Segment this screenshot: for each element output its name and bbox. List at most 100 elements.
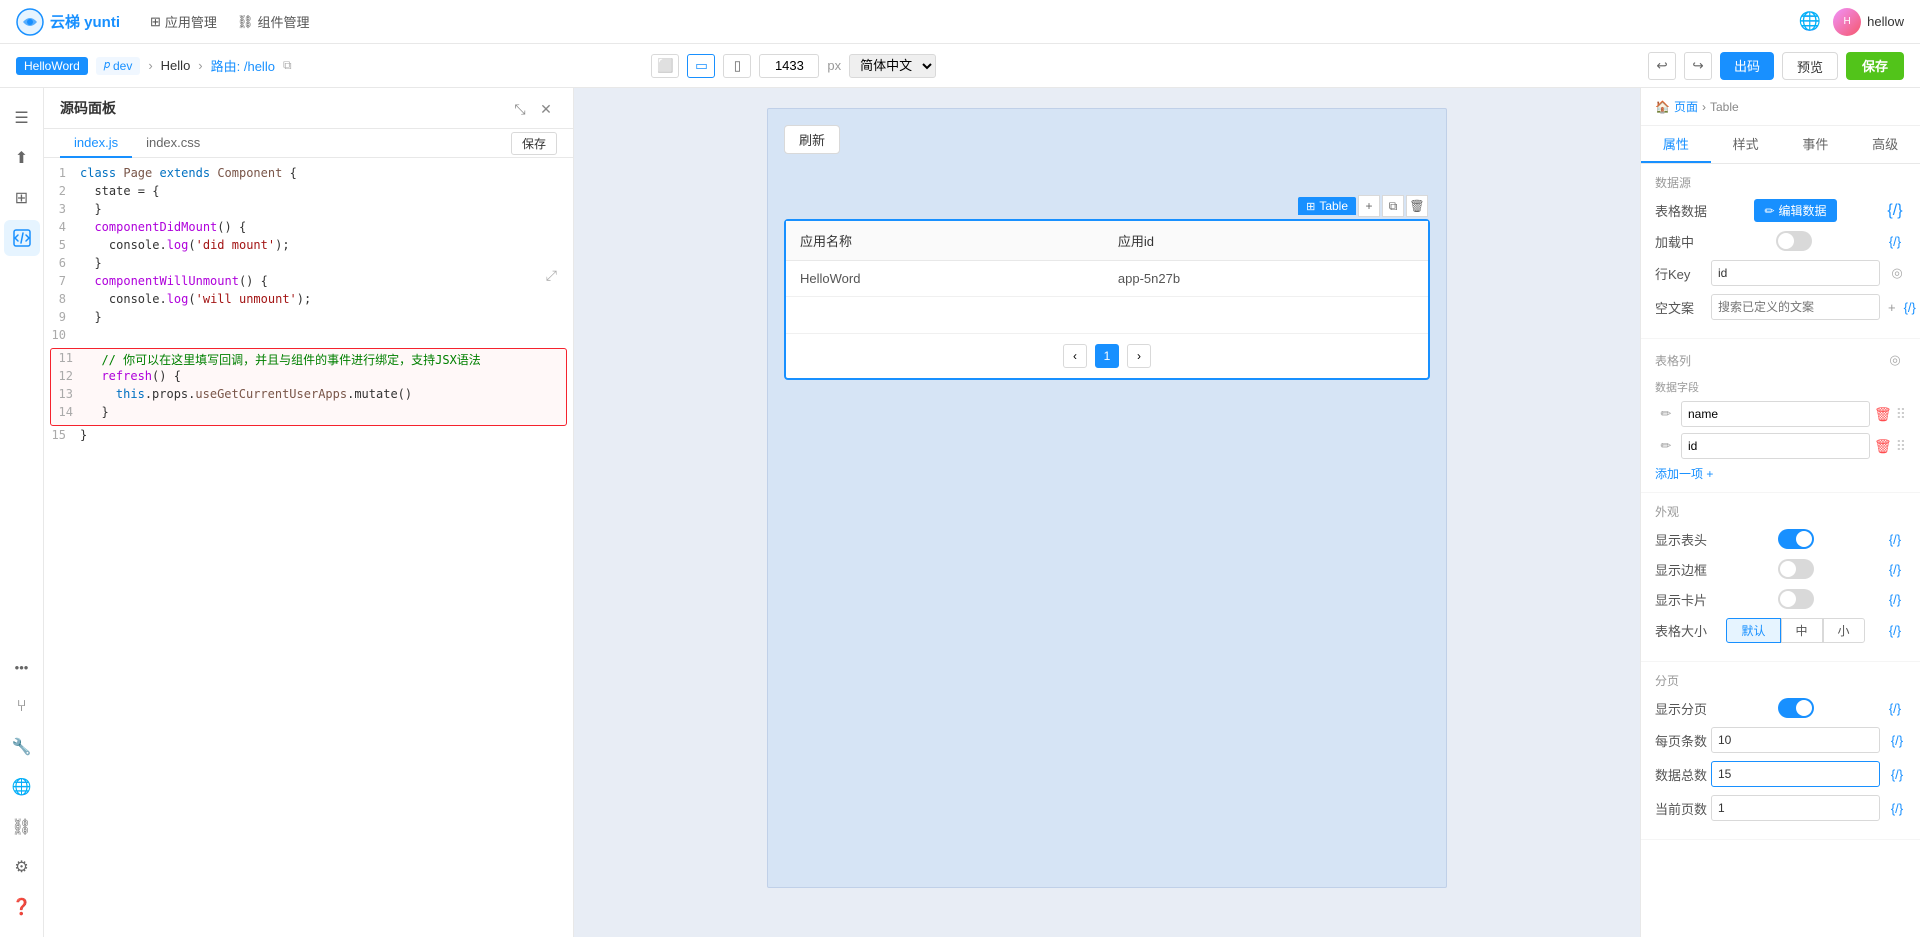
collapse-icon[interactable]: ⤡ [509,98,531,120]
view-desktop-btn[interactable]: ⬜ [651,54,679,78]
sidebar-icon-fork[interactable]: ⑂ [4,689,40,725]
current-page-expr-btn[interactable]: {/} [1888,797,1906,819]
size-small-btn[interactable]: 小 [1823,618,1865,643]
sidebar-icon-settings[interactable]: ⚙ [4,849,40,885]
edit-data-btn[interactable]: ✏ 编辑数据 [1754,199,1836,222]
sidebar-icon-upload[interactable]: ⬆ [4,140,40,176]
undo-btn[interactable]: ↩ [1648,52,1676,80]
sidebar-icon-dots[interactable]: ••• [4,649,40,685]
columns-settings-btn[interactable]: ◎ [1884,349,1906,371]
pagination-section: 分页 显示分页 {/} 每页条数 {/} 数据总数 {/} 当前页数 {/} [1641,662,1920,840]
table-delete-btn[interactable]: 🗑 [1406,195,1428,217]
table-header-row: 应用名称 应用id [786,221,1428,261]
col-delete-id[interactable]: 🗑 [1874,438,1892,455]
col-edit-icon-id[interactable]: ✏ [1655,435,1677,457]
show-pagination-toggle[interactable] [1778,698,1814,718]
edit-icon: ✏ [1764,204,1774,218]
breadcrumb-hello[interactable]: Hello [161,58,191,73]
table-add-btn[interactable]: + [1358,195,1380,217]
add-column-link[interactable]: 添加一项 + [1655,465,1906,482]
loading-toggle[interactable] [1776,231,1812,251]
expand-icon[interactable]: ⤢ [546,268,557,284]
close-icon[interactable]: ✕ [535,98,557,120]
menu-component-management[interactable]: ⛓ 组件管理 [237,12,310,31]
rowkey-input[interactable] [1711,260,1880,286]
sidebar-icon-global[interactable]: 🌐 [4,769,40,805]
sidebar-icon-network[interactable]: ⛓ [4,809,40,845]
col-id-input[interactable] [1681,433,1870,459]
per-page-row: 每页条数 {/} [1655,727,1906,753]
language-select[interactable]: 简体中文 [849,54,936,78]
table-copy-btn[interactable]: ⧉ [1382,195,1404,217]
preview-btn[interactable]: 预览 [1782,52,1838,80]
left-sidebar: ☰ ⬆ ⊞ ••• ⑂ 🔧 🌐 ⛓ ⚙ ❓ [0,88,44,937]
code-line-7: 7 componentWillUnmount() { [44,274,573,292]
save-btn[interactable]: 保存 [1846,52,1904,80]
rowkey-expr-btn[interactable]: ◎ [1888,262,1906,284]
table-toolbar: ⊞ Table + ⧉ 🗑 [1298,195,1428,217]
user-menu[interactable]: H hellow [1833,8,1904,36]
branch-icon: 𝑝 [104,59,110,72]
view-full-btn[interactable]: ▭ [687,54,715,78]
copy-icon[interactable]: ⧉ [283,58,292,73]
current-page-input[interactable] [1711,795,1880,821]
sidebar-icon-help[interactable]: ❓ [4,889,40,925]
global-icon[interactable]: 🌐 [1799,11,1821,32]
show-card-toggle[interactable] [1778,589,1814,609]
empty-expr-btn[interactable]: {/} [1904,296,1916,318]
show-pagination-expr-btn[interactable]: {/} [1884,697,1906,719]
total-input[interactable] [1711,761,1880,787]
datasource-expr-btn[interactable]: {/} [1884,200,1906,222]
col-name-input[interactable] [1681,401,1870,427]
show-header-expr-btn[interactable]: {/} [1884,528,1906,550]
empty-input[interactable] [1711,294,1880,320]
columns-section: 表格列 ◎ 数据字段 ✏ 🗑 ⠿ ✏ 🗑 ⠿ 添加一项 + [1641,339,1920,493]
menu-app-management[interactable]: ⊞ 应用管理 [150,12,217,31]
breadcrumb-icon: 🏠 [1655,100,1670,114]
size-medium-btn[interactable]: 中 [1781,618,1823,643]
source-save-btn[interactable]: 保存 [511,132,557,155]
sidebar-icon-wrench[interactable]: 🔧 [4,729,40,765]
redo-btn[interactable]: ↪ [1684,52,1712,80]
width-input[interactable] [759,54,819,78]
tab-style[interactable]: 样式 [1711,126,1781,163]
code-line-11: 11 // 你可以在这里填写回调，并且与组件的事件进行绑定，支持JSX语法 [51,351,566,369]
page-next-btn[interactable]: › [1127,344,1151,368]
refresh-btn[interactable]: 刷新 [784,125,840,154]
per-page-expr-btn[interactable]: {/} [1888,729,1906,751]
show-border-expr-btn[interactable]: {/} [1884,558,1906,580]
table-widget[interactable]: ⊞ Table + ⧉ 🗑 应用名称 应用id HelloWord [784,219,1430,380]
empty-add-btn[interactable]: + [1888,296,1896,318]
total-expr-btn[interactable]: {/} [1888,763,1906,785]
show-header-toggle[interactable] [1778,529,1814,549]
col-edit-icon-name[interactable]: ✏ [1655,403,1677,425]
branch-tag: 𝑝 dev [96,57,141,75]
col-drag-name[interactable]: ⠿ [1896,406,1906,423]
page-1-btn[interactable]: 1 [1095,344,1119,368]
code-line-2: 2 state = { [44,184,573,202]
size-expr-btn[interactable]: {/} [1884,620,1906,642]
sidebar-icon-code[interactable] [4,220,40,256]
show-card-expr-btn[interactable]: {/} [1884,588,1906,610]
tab-index-js[interactable]: index.js [60,129,132,158]
sidebar-icon-menu[interactable]: ☰ [4,100,40,136]
page-prev-btn[interactable]: ‹ [1063,344,1087,368]
tab-advanced[interactable]: 高级 [1850,126,1920,163]
col-delete-name[interactable]: 🗑 [1874,406,1892,423]
tab-events[interactable]: 事件 [1781,126,1851,163]
size-default-btn[interactable]: 默认 [1726,618,1780,643]
export-btn[interactable]: 出码 [1720,52,1774,80]
second-bar: HelloWord 𝑝 dev › Hello › 路由: /hello ⧉ ⬜… [0,44,1920,88]
total-row: 数据总数 {/} [1655,761,1906,787]
tab-properties[interactable]: 属性 [1641,126,1711,163]
loading-expr-btn[interactable]: {/} [1884,230,1906,252]
col-drag-id[interactable]: ⠿ [1896,438,1906,455]
tab-index-css[interactable]: index.css [132,129,214,158]
px-label: px [827,58,841,73]
logo[interactable]: 云梯 yunti [16,8,120,36]
code-line-12: 12 refresh() { [51,369,566,387]
sidebar-icon-grid[interactable]: ⊞ [4,180,40,216]
show-border-toggle[interactable] [1778,559,1814,579]
view-mobile-btn[interactable]: ▯ [723,54,751,78]
per-page-input[interactable] [1711,727,1880,753]
